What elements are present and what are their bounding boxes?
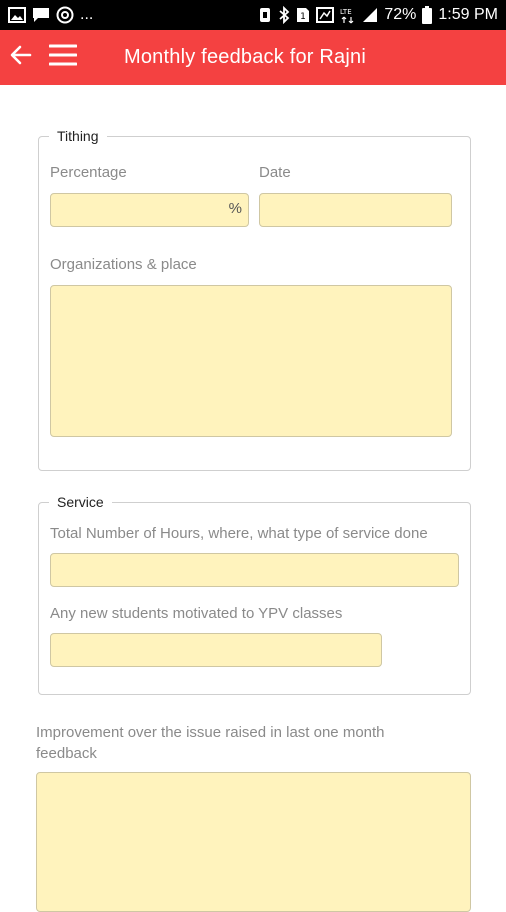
clock: 1:59 PM [438, 6, 498, 23]
date-input[interactable] [259, 193, 452, 227]
app-bar: Monthly feedback for Rajni [0, 30, 506, 85]
image-icon [8, 7, 26, 23]
message-icon [32, 7, 50, 23]
date-label: Date [259, 164, 291, 181]
percentage-input[interactable]: % [50, 193, 249, 227]
students-label: Any new students motivated to YPV classe… [50, 605, 343, 622]
organizations-textarea[interactable] [50, 285, 452, 437]
svg-text:LTE: LTE [340, 8, 352, 16]
sim-icon: 1 [296, 7, 310, 23]
back-button[interactable] [2, 30, 40, 85]
menu-button[interactable] [44, 30, 82, 85]
page-title: Monthly feedback for Rajni [124, 46, 366, 68]
tithing-legend: Tithing [49, 127, 107, 145]
hours-input[interactable] [50, 553, 459, 587]
arrow-left-icon [10, 45, 32, 70]
at-icon [56, 6, 74, 24]
battery-percent: 72% [384, 6, 417, 23]
nfc-icon [316, 7, 335, 23]
svg-text:1: 1 [301, 12, 307, 22]
battery-icon [422, 6, 433, 24]
status-right: 1 LTE 72% 1:59 PM [258, 6, 498, 24]
tithing-group: Tithing Percentage % Date Organizations … [38, 127, 471, 471]
students-input[interactable] [50, 633, 382, 667]
improvement-label: Improvement over the issue raised in las… [36, 724, 385, 762]
percent-symbol: % [228, 200, 242, 217]
service-group: Service Total Number of Hours, where, wh… [38, 493, 471, 695]
percentage-label: Percentage [50, 164, 127, 181]
lte-icon: LTE [340, 6, 356, 24]
bluetooth-icon [278, 6, 290, 24]
service-legend: Service [49, 493, 112, 511]
hours-label: Total Number of Hours, where, what type … [50, 525, 428, 542]
hamburger-icon [48, 44, 78, 71]
status-left: ... [8, 6, 93, 24]
organizations-label: Organizations & place [50, 256, 197, 273]
signal-icon [362, 7, 378, 23]
notification-overflow: ... [80, 6, 94, 23]
vibrate-icon [258, 7, 272, 23]
improvement-textarea[interactable] [36, 772, 471, 912]
status-bar: ... 1 LTE 72% 1:59 PM [0, 0, 506, 30]
